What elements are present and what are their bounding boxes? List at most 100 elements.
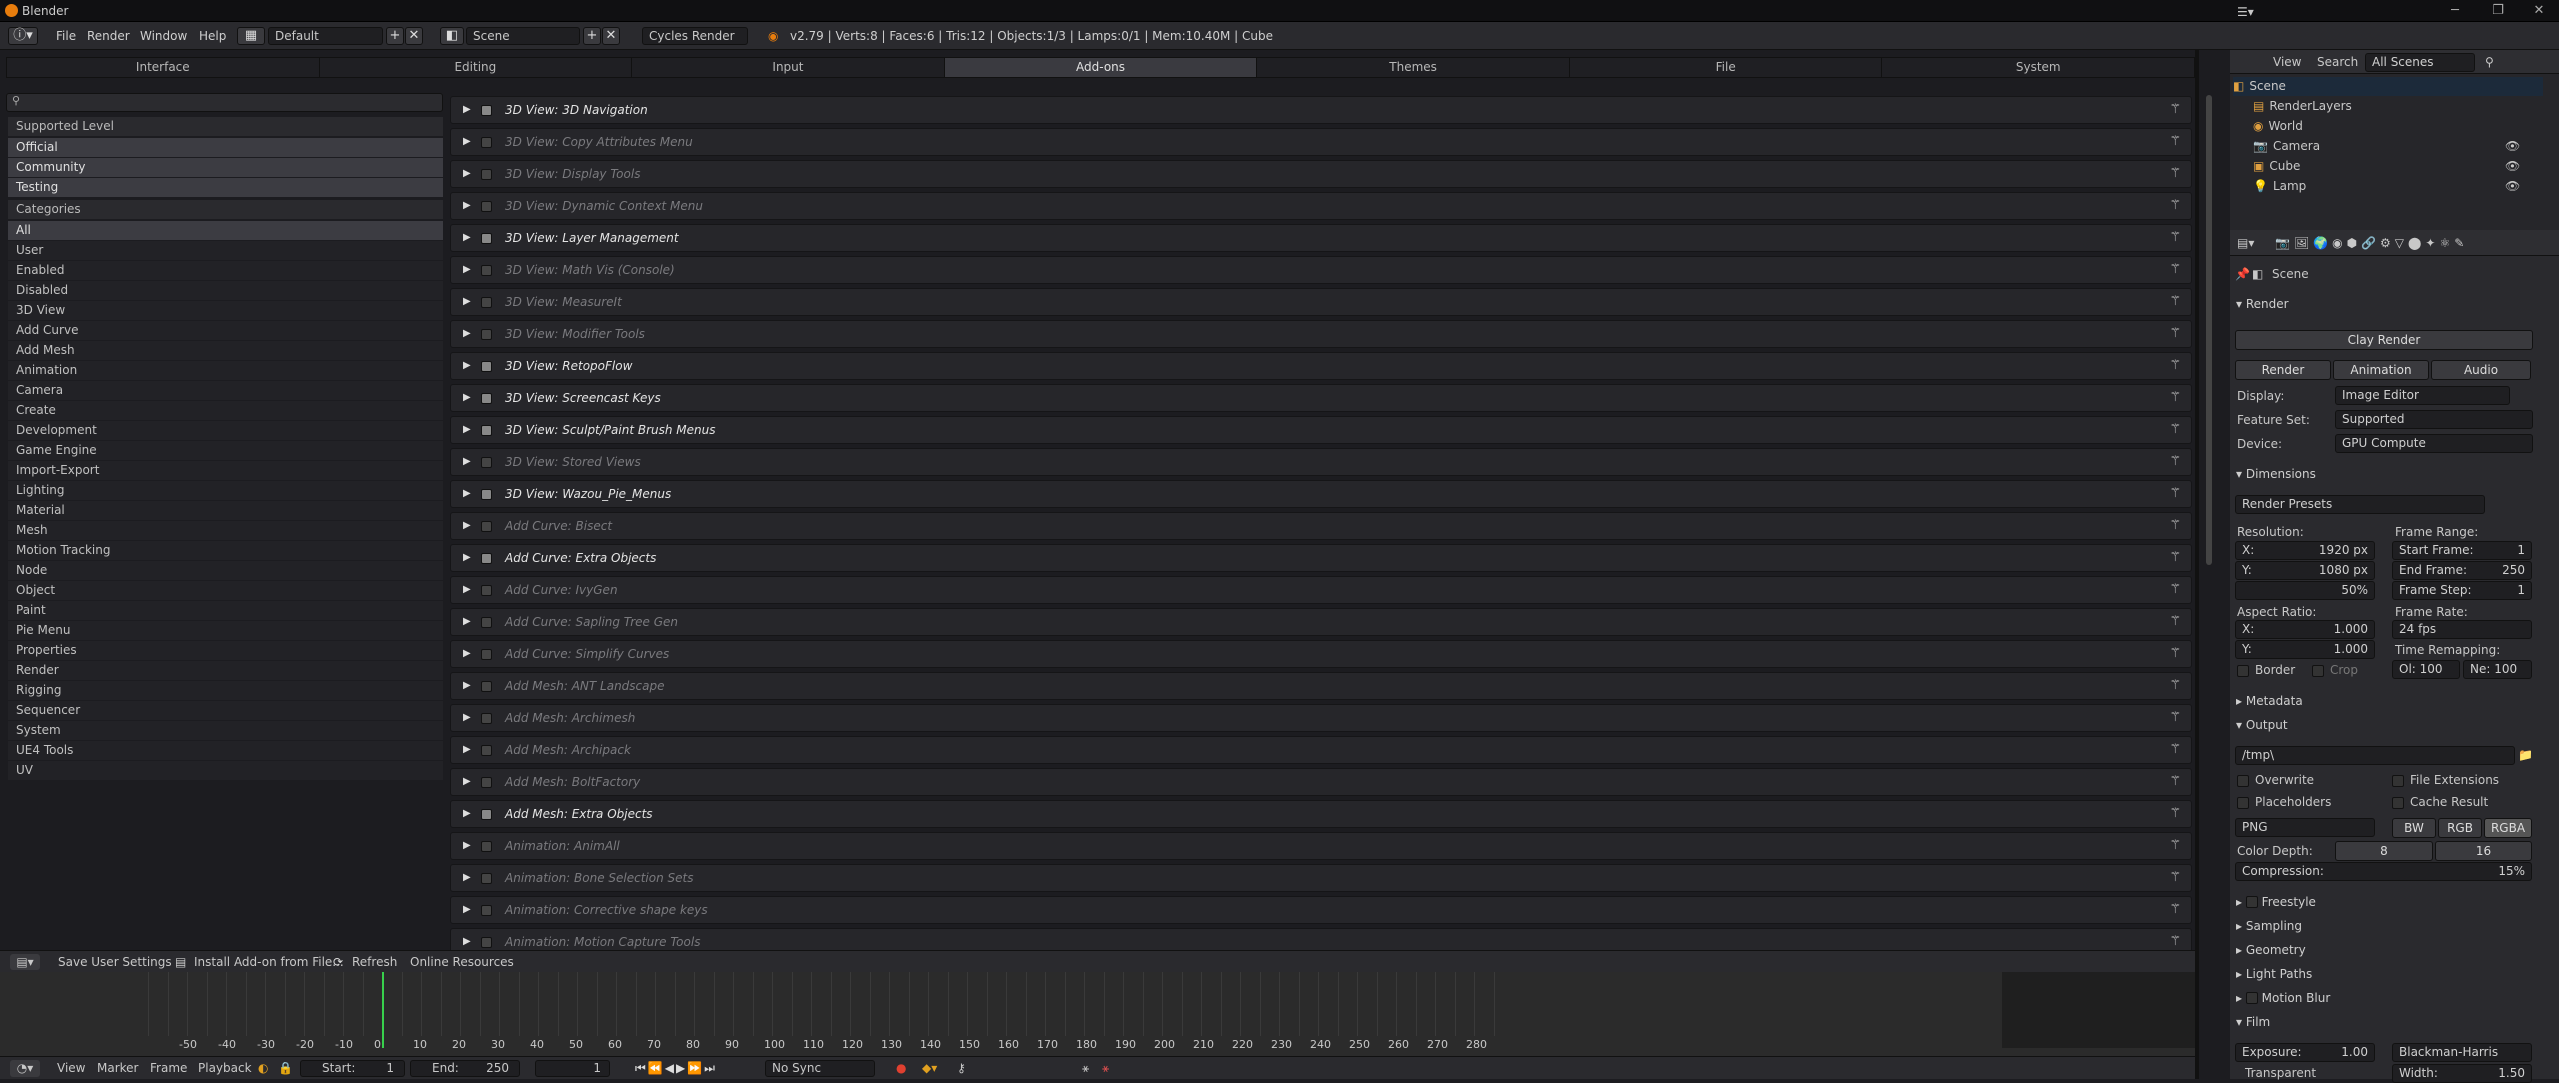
addon-enable-checkbox[interactable] [481,905,492,916]
addon-enable-checkbox[interactable] [481,841,492,852]
expand-icon[interactable]: ▶ [463,104,471,115]
addon-row[interactable]: ▶ 3D View: Screencast Keys ⚚ [450,384,2192,412]
time-old-field[interactable]: Ol: 100 [2392,660,2460,679]
time-new-field[interactable]: Ne: 100 [2463,660,2532,679]
addon-row[interactable]: ▶ Add Curve: IvyGen ⚚ [450,576,2192,604]
maximize-icon[interactable]: ❐ [2483,2,2513,20]
addon-row[interactable]: ▶ 3D View: Modifier Tools ⚚ [450,320,2192,348]
expand-icon[interactable]: ▶ [463,488,471,499]
menu-window[interactable]: Window [140,27,187,45]
folder-icon[interactable]: 📁 [2518,746,2533,764]
addon-row[interactable]: ▶ Add Mesh: Archipack ⚚ [450,736,2192,764]
key-add-icon[interactable]: ⚹ [1082,1060,1089,1077]
category-item[interactable]: Animation [8,361,443,380]
filter-type-select[interactable]: Blackman-Harris [2392,1043,2532,1062]
border-checkbox[interactable] [2237,665,2249,677]
addon-row[interactable]: ▶ 3D View: Dynamic Context Menu ⚚ [450,192,2192,220]
addon-enable-checkbox[interactable] [481,745,492,756]
expand-icon[interactable]: ▶ [463,552,471,563]
editor-type-icon[interactable]: ◔▾ [10,1060,40,1077]
outliner-display-select[interactable]: All Scenes [2365,53,2475,72]
expand-icon[interactable]: ▶ [463,296,471,307]
addon-row[interactable]: ▶ 3D View: 3D Navigation ⚚ [450,96,2192,124]
menu-view[interactable]: View [57,1060,85,1077]
remove-scene-icon[interactable]: ✕ [602,27,620,45]
menu-render[interactable]: Render [87,27,130,45]
tab-file[interactable]: File [1570,58,1883,77]
filter-width-field[interactable]: Width: 1.50 [2392,1064,2532,1083]
addon-enable-checkbox[interactable] [481,137,492,148]
tab-interface[interactable]: Interface [7,58,320,77]
end-frame-field[interactable]: End: 250 [410,1060,520,1077]
addon-enable-checkbox[interactable] [481,169,492,180]
addon-enable-checkbox[interactable] [481,681,492,692]
add-layout-icon[interactable]: + [386,27,404,45]
editor-type-icon[interactable]: ⓘ▾ [8,27,38,45]
bw-button[interactable]: BW [2392,818,2436,838]
addon-enable-checkbox[interactable] [481,617,492,628]
minimize-icon[interactable]: ─ [2440,2,2470,20]
close-icon[interactable]: ✕ [2524,2,2554,20]
area-divider[interactable] [2195,50,2199,1079]
addon-enable-checkbox[interactable] [481,649,492,660]
outliner-item[interactable]: ◉ World [2253,117,2559,136]
category-item[interactable]: Disabled [8,281,443,300]
expand-icon[interactable]: ▶ [463,872,471,883]
resolution-percentage-field[interactable]: 50% [2235,581,2375,600]
category-item[interactable]: Add Mesh [8,341,443,360]
tab-themes[interactable]: Themes [1257,58,1570,77]
compression-slider[interactable]: Compression: 15% [2235,862,2532,881]
category-item[interactable]: UV [8,761,443,780]
addon-enable-checkbox[interactable] [481,457,492,468]
addon-enable-checkbox[interactable] [481,521,492,532]
start-frame-field[interactable]: Start Frame: 1 [2392,541,2532,560]
support-level-0[interactable]: Official [8,138,443,157]
save-user-settings-button[interactable]: Save User Settings [58,954,172,970]
tab-system[interactable]: System [1882,58,2196,77]
tab-editing[interactable]: Editing [320,58,633,77]
file-format-select[interactable]: PNG [2235,818,2375,837]
overwrite-checkbox[interactable] [2237,775,2249,787]
addon-enable-checkbox[interactable] [481,713,492,724]
install-addon-button[interactable]: Install Add-on from File... [194,954,344,970]
outliner-view-menu[interactable]: View [2273,53,2301,71]
category-item[interactable]: User [8,241,443,260]
visibility-eye-icon[interactable]: 👁 [2505,137,2520,155]
addon-row[interactable]: ▶ 3D View: MeasureIt ⚚ [450,288,2192,316]
depth-16-button[interactable]: 16 [2435,841,2532,861]
file-extensions-checkbox[interactable] [2392,775,2404,787]
scene-icon[interactable]: ◧ [440,27,464,45]
category-item[interactable]: Add Curve [8,321,443,340]
freestyle-checkbox[interactable] [2245,896,2258,908]
outliner-item[interactable]: ▤ RenderLayers [2253,97,2559,116]
category-item[interactable]: Sequencer [8,701,443,720]
keyframe-icon[interactable]: ◆▾ [922,1060,937,1077]
expand-icon[interactable]: ▶ [463,456,471,467]
expand-icon[interactable]: ▶ [463,744,471,755]
expand-icon[interactable]: ▶ [463,520,471,531]
addon-row[interactable]: ▶ Animation: Bone Selection Sets ⚚ [450,864,2192,892]
visibility-eye-icon[interactable]: 👁 [2505,157,2520,175]
expand-icon[interactable]: ▶ [463,424,471,435]
category-item[interactable]: Render [8,661,443,680]
geometry-panel-header[interactable]: ▸ Geometry [2236,941,2306,959]
depth-8-button[interactable]: 8 [2335,841,2433,861]
addon-row[interactable]: ▶ 3D View: RetopoFlow ⚚ [450,352,2192,380]
addon-row[interactable]: ▶ 3D View: Math Vis (Console) ⚚ [450,256,2192,284]
addon-enable-checkbox[interactable] [481,937,492,948]
expand-icon[interactable]: ▶ [463,840,471,851]
tab-input[interactable]: Input [632,58,945,77]
refresh-button[interactable]: Refresh [352,954,397,970]
menu-frame[interactable]: Frame [150,1060,187,1077]
remove-layout-icon[interactable]: ✕ [405,27,423,45]
expand-icon[interactable]: ▶ [463,616,471,627]
frame-step-field[interactable]: Frame Step: 1 [2392,581,2532,600]
category-item[interactable]: Lighting [8,481,443,500]
category-item[interactable]: Properties [8,641,443,660]
animation-button[interactable]: Animation [2333,360,2429,380]
expand-icon[interactable]: ▶ [463,200,471,211]
menu-marker[interactable]: Marker [97,1060,138,1077]
category-item[interactable]: Pie Menu [8,621,443,640]
expand-icon[interactable]: ▶ [463,232,471,243]
addon-enable-checkbox[interactable] [481,105,492,116]
